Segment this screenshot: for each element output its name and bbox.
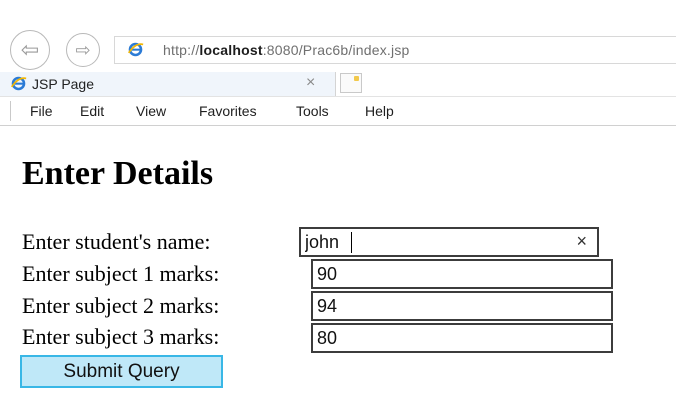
menu-edit[interactable]: Edit [80,103,104,119]
ie-logo-icon [127,41,144,58]
forward-arrow-icon: ⇨ [75,39,91,60]
menu-bar: File Edit View Favorites Tools Help [0,96,676,126]
url-text: http://localhost:8080/Prac6b/index.jsp [163,42,410,58]
student-name-field[interactable]: × [299,227,599,257]
subject1-field[interactable] [311,259,613,289]
subject1-input[interactable] [317,264,597,285]
tab-title: JSP Page [32,76,95,92]
subject3-input[interactable] [317,328,597,349]
subject3-field[interactable] [311,323,613,353]
clear-icon[interactable]: × [576,231,587,252]
new-tab-icon[interactable] [340,73,362,93]
subject1-label: Enter subject 1 marks: [22,261,220,286]
ie-logo-icon [10,75,27,92]
student-name-label: Enter student's name: [22,229,211,254]
student-name-input[interactable] [305,232,555,253]
forward-button[interactable]: ⇨ [66,33,100,67]
subject2-input[interactable] [317,296,597,317]
browser-chrome: ⇦ ⇨ http://localhost:8080/Prac6b/index.j… [0,0,676,128]
page-title: Enter Details [22,155,214,192]
submit-query-button[interactable]: Submit Query [20,355,223,388]
subject2-label: Enter subject 2 marks: [22,293,220,318]
address-bar[interactable]: http://localhost:8080/Prac6b/index.jsp [114,36,676,64]
tab-jsp-page[interactable]: JSP Page × [0,72,336,96]
menu-divider [10,101,11,121]
subject3-label: Enter subject 3 marks: [22,324,220,349]
menu-view[interactable]: View [136,103,166,119]
menu-help[interactable]: Help [365,103,394,119]
back-button[interactable]: ⇦ [10,30,50,70]
menu-favorites[interactable]: Favorites [199,103,257,119]
close-icon[interactable]: × [306,74,315,92]
subject2-field[interactable] [311,291,613,321]
text-caret [351,232,352,253]
back-arrow-icon: ⇦ [20,37,40,62]
menu-file[interactable]: File [30,103,53,119]
menu-tools[interactable]: Tools [296,103,329,119]
